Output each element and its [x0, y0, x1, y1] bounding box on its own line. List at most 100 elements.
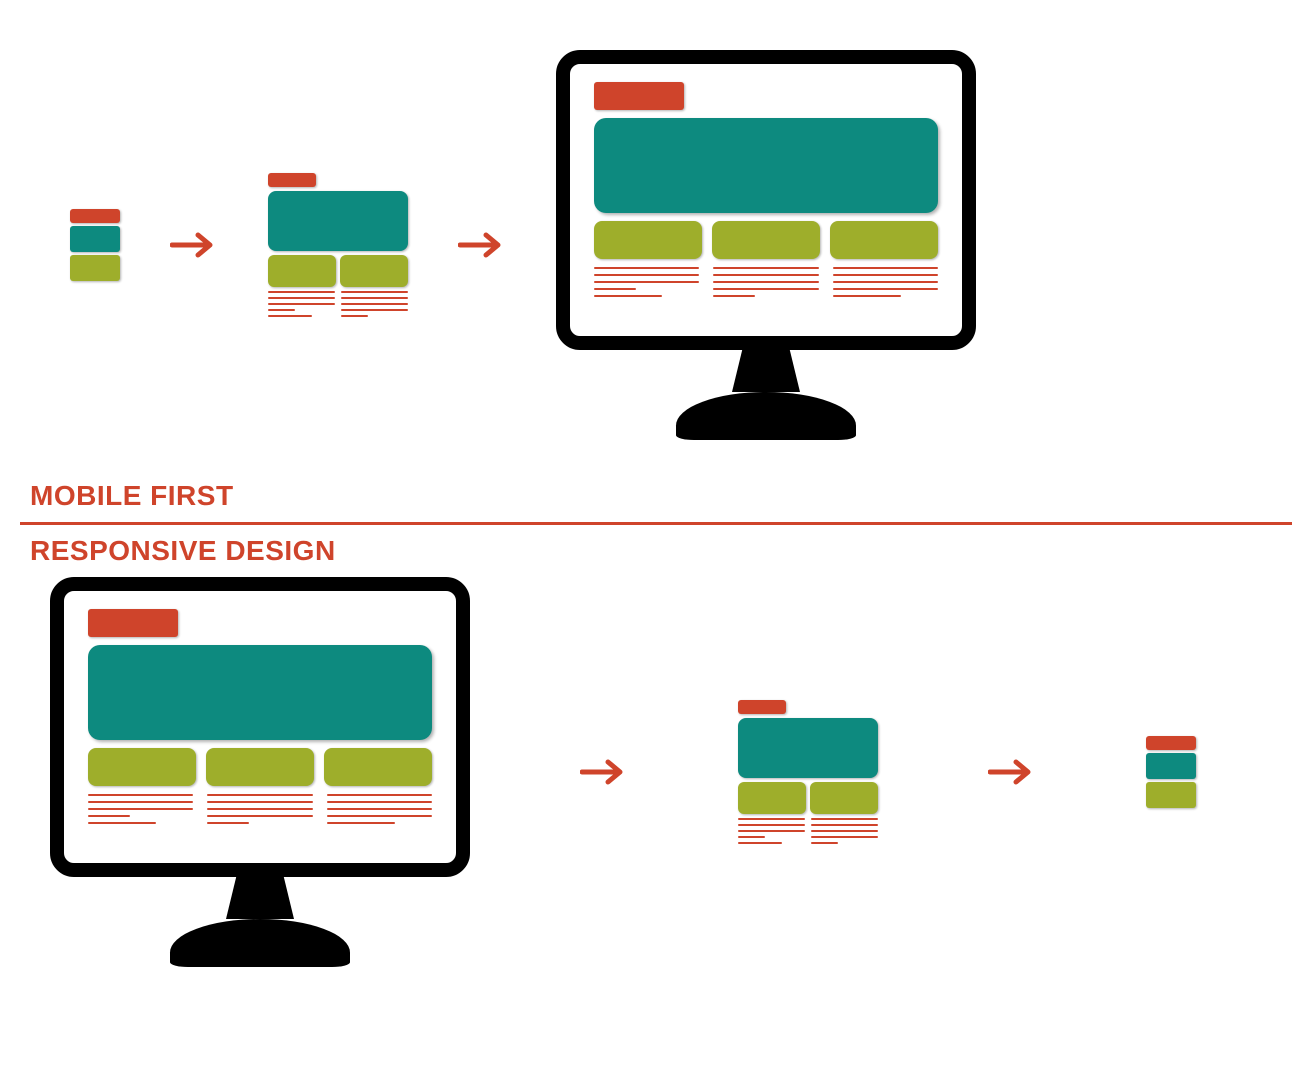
content-block	[268, 255, 336, 287]
text-line	[811, 830, 878, 832]
text-line	[268, 297, 335, 299]
text-line	[738, 818, 805, 820]
text-line	[207, 822, 249, 824]
text-line	[207, 794, 312, 796]
text-line	[327, 794, 432, 796]
responsive-design-label: RESPONSIVE DESIGN	[30, 535, 1292, 567]
content-block	[810, 782, 878, 814]
text-placeholder-lines	[738, 818, 878, 844]
text-line	[594, 288, 636, 290]
content-block	[830, 221, 938, 259]
hero-block	[594, 118, 938, 213]
desktop-columns	[88, 748, 432, 786]
content-block	[324, 748, 432, 786]
text-line	[833, 295, 901, 297]
text-line	[327, 815, 432, 817]
text-line	[833, 274, 938, 276]
text-line	[833, 267, 938, 269]
text-line	[88, 794, 193, 796]
mobile-layout	[70, 209, 120, 281]
text-line	[341, 303, 408, 305]
text-line	[713, 274, 818, 276]
text-line	[341, 297, 408, 299]
monitor-stand	[170, 877, 350, 967]
text-line	[88, 822, 156, 824]
text-line	[811, 842, 838, 844]
text-line	[738, 830, 805, 832]
content-block	[594, 221, 702, 259]
header-block	[88, 609, 178, 637]
monitor-screen	[50, 577, 470, 877]
section-labels: RESPONSIVE DESIGN	[30, 535, 1292, 567]
monitor-screen	[556, 50, 976, 350]
text-line	[327, 822, 395, 824]
hero-block	[70, 226, 120, 252]
header-block	[1146, 736, 1196, 750]
mobile-first-flow	[20, 20, 1292, 470]
content-block	[712, 221, 820, 259]
arrow-right-icon	[170, 229, 218, 261]
hero-block	[738, 718, 878, 778]
text-line	[713, 295, 755, 297]
text-line	[594, 267, 699, 269]
text-line	[268, 303, 335, 305]
text-line	[341, 309, 408, 311]
text-line	[833, 281, 938, 283]
text-line	[341, 315, 368, 317]
content-block	[738, 782, 806, 814]
header-block	[594, 82, 684, 110]
section-labels: MOBILE FIRST	[30, 480, 1292, 512]
content-block	[340, 255, 408, 287]
text-line	[341, 291, 408, 293]
text-line	[713, 288, 818, 290]
text-line	[327, 801, 432, 803]
arrow-right-icon	[580, 756, 628, 788]
text-line	[268, 291, 335, 293]
header-block	[268, 173, 316, 187]
content-block	[1146, 782, 1196, 808]
content-block	[88, 748, 196, 786]
hero-block	[268, 191, 408, 251]
arrow-right-icon	[988, 756, 1036, 788]
text-line	[811, 818, 878, 820]
text-line	[268, 315, 312, 317]
text-line	[594, 274, 699, 276]
responsive-design-flow	[20, 577, 1292, 967]
tablet-layout	[268, 173, 408, 317]
monitor-stand	[676, 350, 856, 440]
content-block	[206, 748, 314, 786]
text-line	[88, 815, 130, 817]
text-placeholder-lines	[88, 794, 432, 824]
text-line	[207, 801, 312, 803]
content-block	[70, 255, 120, 281]
mobile-first-label: MOBILE FIRST	[30, 480, 1292, 512]
tablet-columns	[738, 782, 878, 814]
hero-block	[88, 645, 432, 740]
tablet-columns	[268, 255, 408, 287]
text-line	[88, 801, 193, 803]
divider-line	[20, 522, 1292, 525]
desktop-columns	[594, 221, 938, 259]
desktop-monitor	[50, 577, 470, 967]
text-line	[207, 815, 312, 817]
mobile-layout	[1146, 736, 1196, 808]
text-line	[207, 808, 312, 810]
text-placeholder-lines	[594, 267, 938, 297]
text-line	[327, 808, 432, 810]
header-block	[738, 700, 786, 714]
desktop-monitor	[556, 50, 976, 440]
text-line	[811, 824, 878, 826]
text-line	[713, 267, 818, 269]
text-line	[738, 836, 765, 838]
text-line	[268, 309, 295, 311]
header-block	[70, 209, 120, 223]
tablet-layout	[738, 700, 878, 844]
top-diagram-row	[70, 50, 976, 440]
text-line	[833, 288, 938, 290]
text-line	[88, 808, 193, 810]
text-placeholder-lines	[268, 291, 408, 317]
text-line	[738, 842, 782, 844]
text-line	[713, 281, 818, 283]
arrow-right-icon	[458, 229, 506, 261]
text-line	[594, 281, 699, 283]
